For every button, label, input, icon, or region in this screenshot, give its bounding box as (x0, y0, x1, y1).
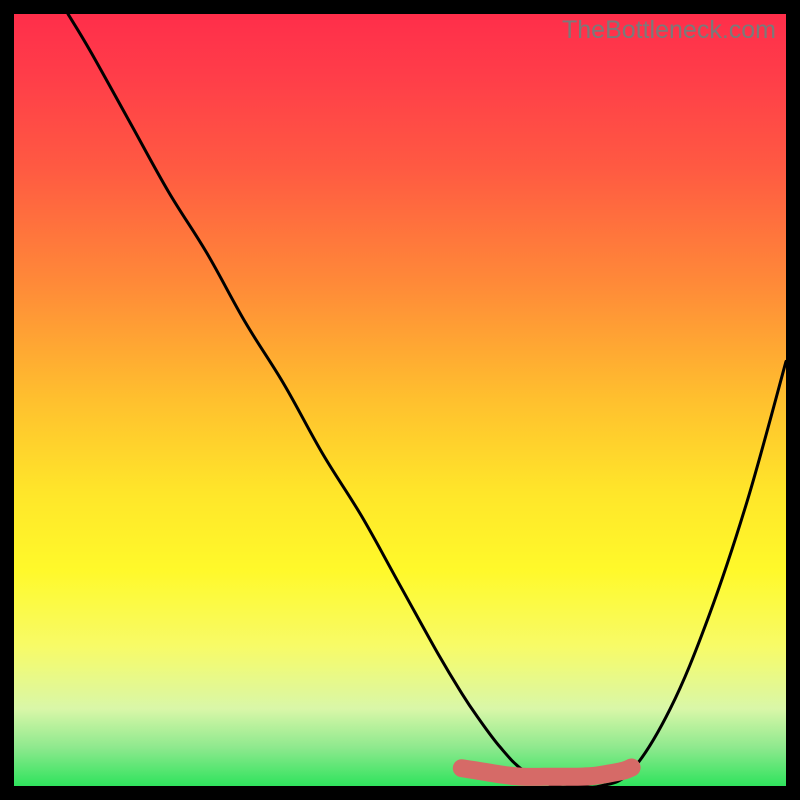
chart-container: TheBottleneck.com (0, 0, 800, 800)
optimal-range-highlight (462, 768, 632, 777)
watermark-text: TheBottleneck.com (562, 16, 776, 45)
plot-area: TheBottleneck.com (14, 14, 786, 786)
bottleneck-curve-path (68, 14, 786, 786)
chart-svg (14, 14, 786, 786)
